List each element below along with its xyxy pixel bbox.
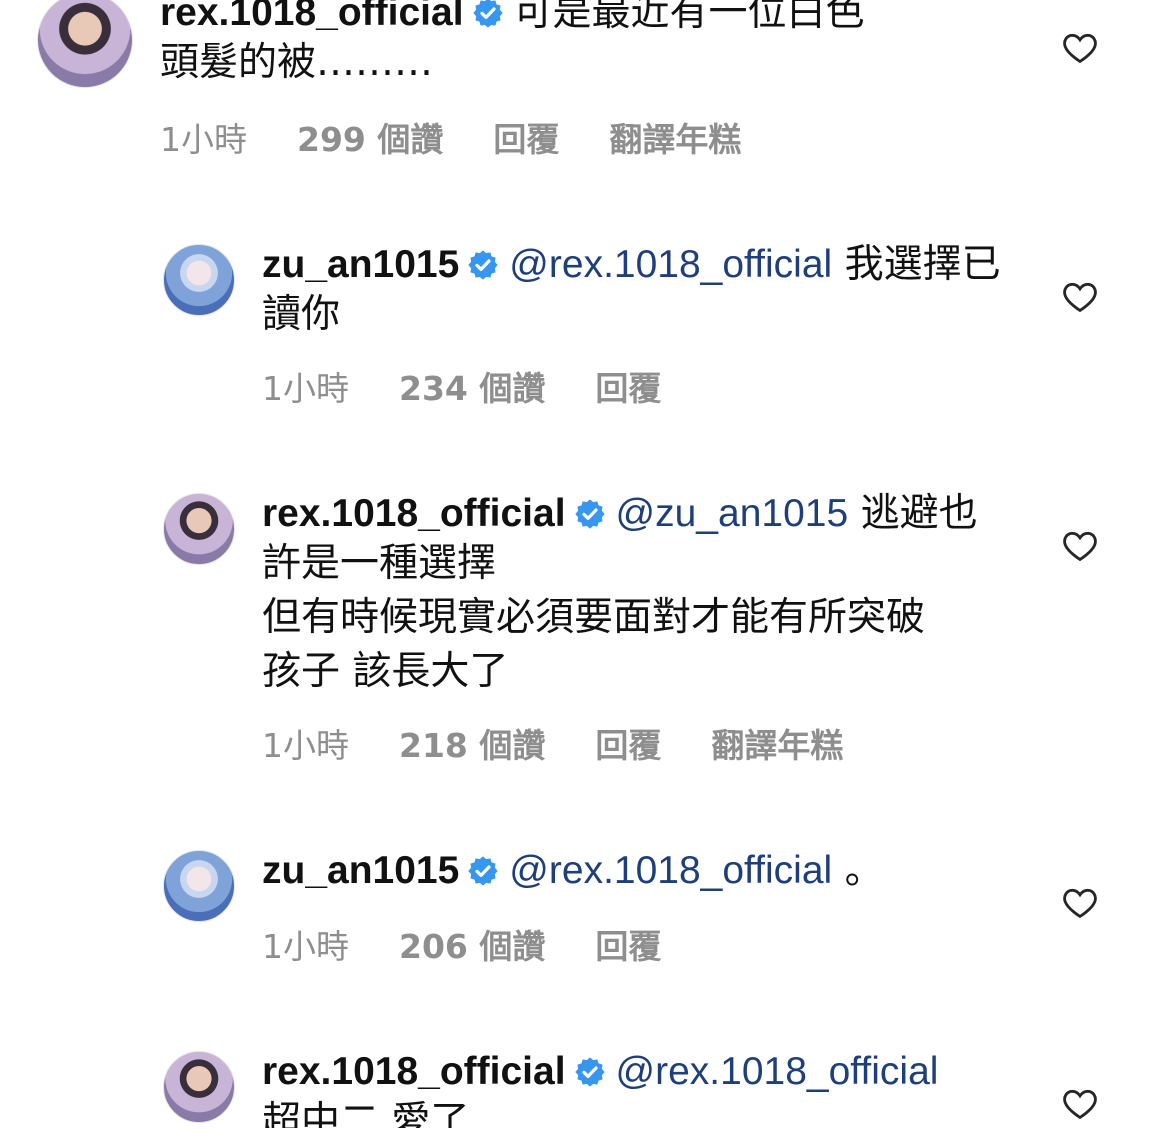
- verified-badge-icon: [468, 250, 498, 280]
- avatar[interactable]: [163, 244, 235, 316]
- timestamp: 1小時: [262, 927, 349, 966]
- mention-link[interactable]: @rex.1018_official: [509, 243, 832, 286]
- comment-text: zu_an1015 @rex.1018_official 。: [262, 846, 1002, 896]
- username[interactable]: rex.1018_official: [160, 0, 464, 34]
- comment-text: rex.1018_official @zu_an1015 逃避也許是一種選擇: [262, 489, 992, 589]
- comment-line-3: 孩子 該長大了: [262, 649, 509, 694]
- comment-text: rex.1018_official 可是最近有一位白色頭髮的被………: [160, 0, 900, 88]
- comment-body: 。: [844, 848, 884, 893]
- likes-count[interactable]: 206 個讚: [399, 920, 545, 968]
- screen-bottom-edge: [0, 1128, 1170, 1139]
- mention-link[interactable]: @rex.1018_official: [509, 849, 832, 892]
- likes-count[interactable]: 299 個讚: [297, 113, 443, 161]
- comment-meta: 1小時 299 個讚 回覆 翻譯年糕: [160, 113, 791, 161]
- mention-link[interactable]: @rex.1018_official: [616, 1050, 939, 1093]
- username[interactable]: zu_an1015: [262, 243, 459, 286]
- heart-outline-icon[interactable]: [1061, 527, 1099, 565]
- likes-count[interactable]: 234 個讚: [399, 362, 545, 410]
- reply-button[interactable]: 回覆: [595, 920, 661, 968]
- reply-button[interactable]: 回覆: [493, 113, 559, 161]
- verified-badge-icon: [574, 1057, 605, 1087]
- verified-badge-icon: [472, 0, 503, 28]
- heart-outline-icon[interactable]: [1061, 278, 1099, 316]
- timestamp: 1小時: [160, 120, 247, 159]
- comment-meta: 1小時 234 個讚 回覆: [262, 362, 711, 410]
- avatar[interactable]: [163, 493, 235, 565]
- username[interactable]: zu_an1015: [262, 849, 459, 892]
- username[interactable]: rex.1018_official: [262, 492, 566, 535]
- username[interactable]: rex.1018_official: [262, 1050, 566, 1093]
- translate-button[interactable]: 翻譯年糕: [711, 719, 843, 767]
- heart-outline-icon[interactable]: [1061, 884, 1099, 922]
- verified-badge-icon: [468, 856, 498, 886]
- comment-meta: 1小時 206 個讚 回覆: [262, 920, 711, 968]
- avatar[interactable]: [163, 850, 235, 922]
- heart-outline-icon[interactable]: [1061, 1085, 1099, 1123]
- avatar[interactable]: [37, 0, 133, 88]
- mention-link[interactable]: @zu_an1015: [616, 492, 849, 535]
- timestamp: 1小時: [262, 369, 349, 408]
- reply-button[interactable]: 回覆: [595, 719, 661, 767]
- comment-line-2: 但有時候現實必須要面對才能有所突破: [262, 595, 926, 640]
- avatar[interactable]: [163, 1051, 235, 1123]
- heart-outline-icon[interactable]: [1061, 29, 1099, 67]
- translate-button[interactable]: 翻譯年糕: [609, 113, 741, 161]
- verified-badge-icon: [574, 499, 605, 529]
- timestamp: 1小時: [262, 726, 349, 765]
- comment-text: rex.1018_official @rex.1018_official: [262, 1047, 1022, 1097]
- likes-count[interactable]: 218 個讚: [399, 719, 545, 767]
- comment-body: 超中二 愛了: [262, 1099, 470, 1144]
- comment-text: zu_an1015 @rex.1018_official 我選擇已讀你: [262, 240, 1002, 340]
- comment-meta: 1小時 218 個讚 回覆 翻譯年糕: [262, 719, 893, 767]
- reply-button[interactable]: 回覆: [595, 362, 661, 410]
